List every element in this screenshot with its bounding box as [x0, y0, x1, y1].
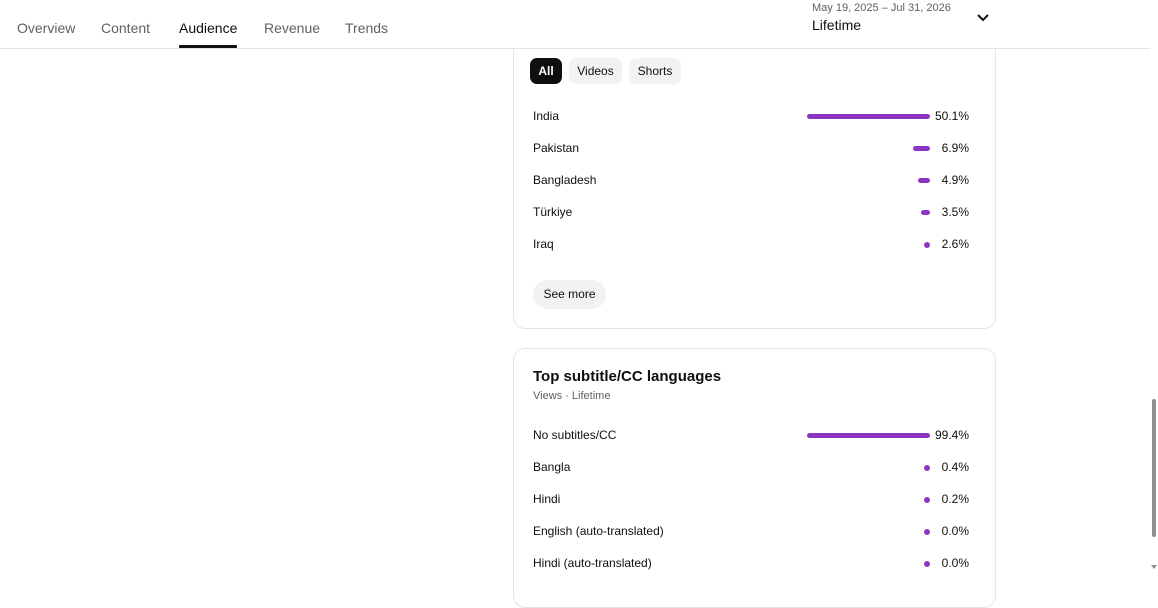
active-tab-indicator: [179, 45, 238, 48]
metric-label: Pakistan: [533, 141, 580, 155]
metric-bar: [921, 210, 930, 215]
metric-bar: [924, 465, 930, 471]
tab-revenue[interactable]: Revenue: [264, 0, 320, 48]
metric-row: Türkiye 3.5%: [533, 203, 973, 223]
tab-trends[interactable]: Trends: [345, 0, 388, 48]
metric-percent: 0.4%: [941, 460, 969, 474]
metric-label: Türkiye: [533, 205, 573, 219]
metric-bar: [924, 497, 930, 503]
filter-chip-shorts[interactable]: Shorts: [629, 58, 681, 84]
metric-row: Hindi 0.2%: [533, 490, 973, 510]
metric-percent: 0.2%: [941, 492, 969, 506]
filter-chip-videos[interactable]: Videos: [569, 58, 622, 84]
tab-label: Audience: [179, 20, 238, 36]
metric-bar: [924, 242, 930, 248]
date-range-selector[interactable]: May 19, 2025 – Jul 31, 2026 Lifetime: [812, 2, 992, 42]
metric-label: Hindi: [533, 492, 561, 506]
tab-label: Content: [101, 20, 151, 36]
metric-percent: 50.1%: [934, 109, 969, 123]
date-range-text: May 19, 2025 – Jul 31, 2026: [812, 2, 951, 14]
chip-label: Videos: [577, 64, 614, 78]
metric-row: English (auto-translated) 0.0%: [533, 522, 973, 542]
metric-label: No subtitles/CC: [533, 428, 617, 442]
metric-row: Iraq 2.6%: [533, 235, 973, 255]
metric-percent: 3.5%: [941, 205, 969, 219]
metric-percent: 6.9%: [941, 141, 969, 155]
card-title: Top subtitle/CC languages: [533, 368, 722, 385]
metric-row: Hindi (auto-translated) 0.0%: [533, 554, 973, 574]
metric-bar: [924, 529, 930, 535]
metric-percent: 0.0%: [941, 556, 969, 570]
see-more-button[interactable]: See more: [533, 280, 606, 309]
metric-percent: 0.0%: [941, 524, 969, 538]
metric-row: No subtitles/CC 99.4%: [533, 426, 973, 446]
metric-bar: [918, 178, 930, 183]
metric-row: Bangla 0.4%: [533, 458, 973, 478]
chip-label: All: [538, 64, 554, 78]
tab-label: Revenue: [264, 20, 321, 36]
metric-bar: [913, 146, 930, 151]
filter-chip-all[interactable]: All: [530, 58, 562, 84]
metric-percent: 2.6%: [941, 237, 969, 251]
metric-label: Bangladesh: [533, 173, 597, 187]
metric-row: Bangladesh 4.9%: [533, 171, 973, 191]
metric-label: Hindi (auto-translated): [533, 556, 652, 570]
metric-row: India 50.1%: [533, 107, 973, 127]
metric-row: Pakistan 6.9%: [533, 139, 973, 159]
scroll-down-arrow-icon[interactable]: [1150, 563, 1158, 571]
tab-label: Trends: [345, 20, 389, 36]
tab-audience[interactable]: Audience: [179, 0, 238, 48]
tab-label: Overview: [17, 20, 76, 36]
metric-label: India: [533, 109, 560, 123]
top-nav-bar: Overview Content Audience Revenue Trends…: [0, 0, 1150, 49]
metric-label: English (auto-translated): [533, 524, 664, 538]
metric-percent: 4.9%: [941, 173, 969, 187]
metric-label: Bangla: [533, 460, 571, 474]
metric-percent: 99.4%: [934, 428, 969, 442]
chip-label: Shorts: [637, 64, 673, 78]
card-subtitle: Views · Lifetime: [533, 390, 611, 402]
metric-label: Iraq: [533, 237, 554, 251]
chevron-down-icon: [977, 14, 989, 22]
tab-overview[interactable]: Overview: [17, 0, 75, 48]
metric-bar: [807, 433, 930, 438]
scrollbar-thumb[interactable]: [1152, 399, 1156, 537]
date-period-text: Lifetime: [812, 17, 862, 33]
tab-content[interactable]: Content: [101, 0, 150, 48]
metric-bar: [807, 114, 930, 119]
metric-bar: [924, 561, 930, 567]
